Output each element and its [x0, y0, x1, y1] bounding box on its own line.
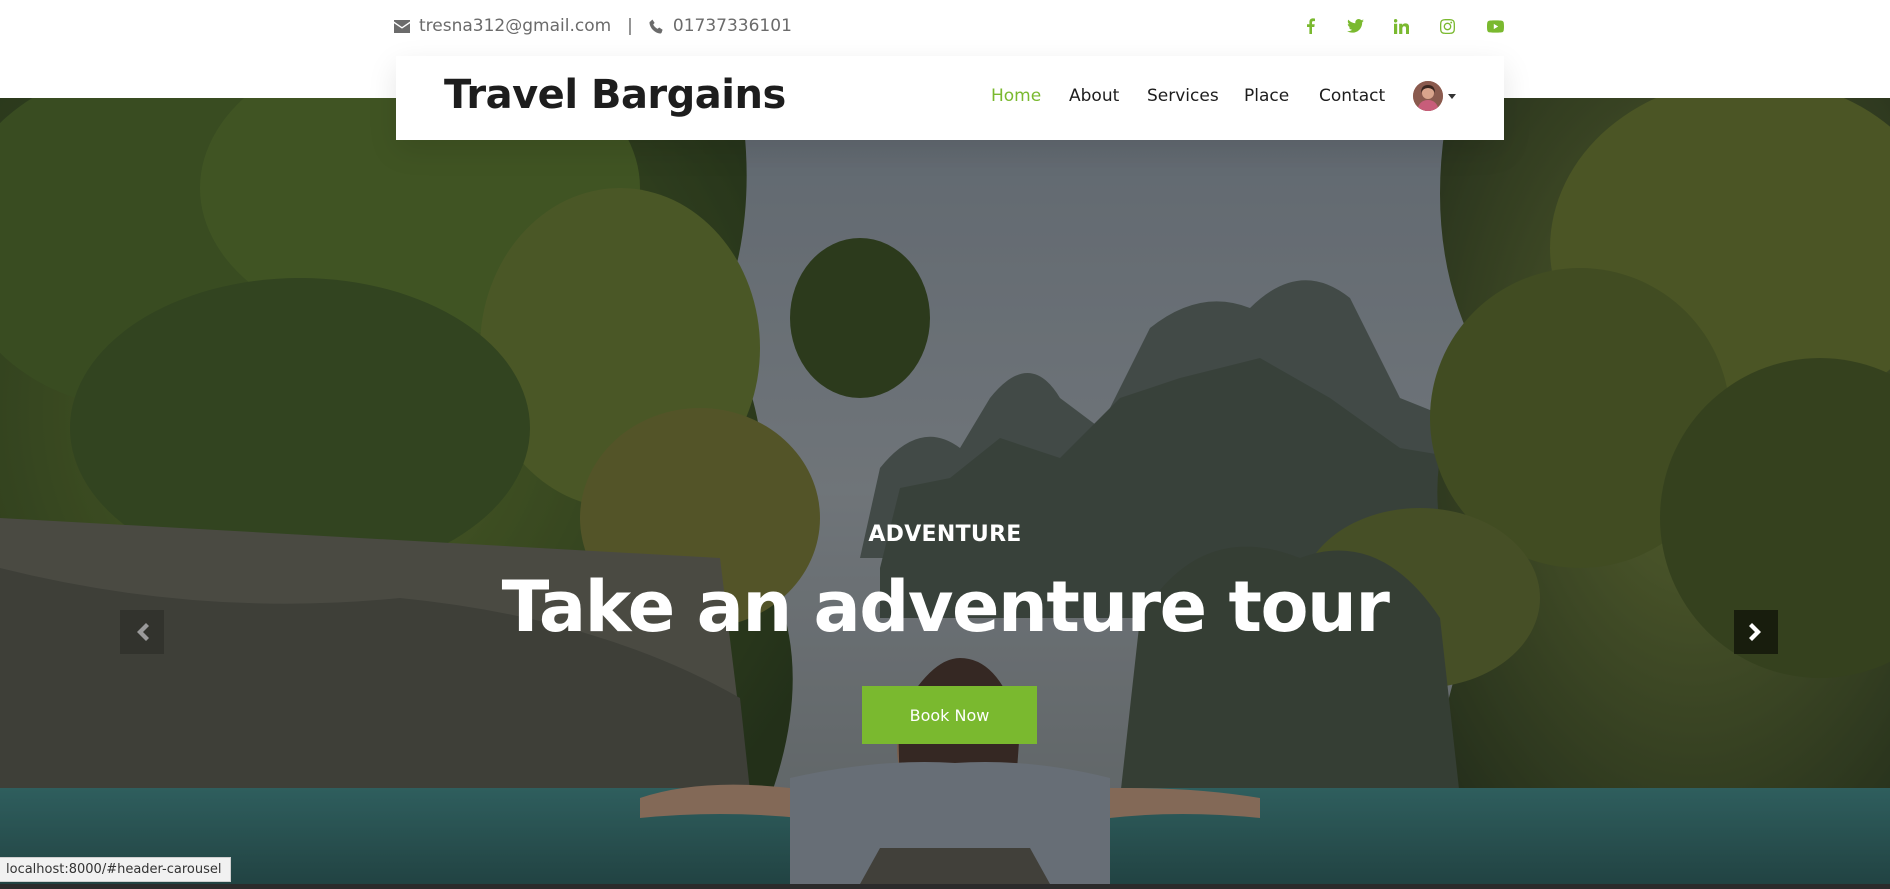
book-now-button[interactable]: Book Now	[862, 686, 1037, 744]
nav-item-about[interactable]: About	[1069, 86, 1119, 106]
chevron-down-icon[interactable]	[1448, 94, 1456, 99]
nav-item-home[interactable]: Home	[991, 86, 1041, 106]
instagram-link[interactable]	[1434, 13, 1460, 39]
phone-text: 01737336101	[672, 16, 792, 36]
page-bottom-edge	[0, 884, 1890, 889]
nav-item-place[interactable]: Place	[1244, 86, 1289, 106]
carousel-next-button[interactable]	[1734, 610, 1778, 654]
linkedin-link[interactable]	[1388, 13, 1414, 39]
phone-contact[interactable]: 01737336101	[649, 16, 792, 36]
instagram-icon	[1439, 18, 1455, 34]
twitter-link[interactable]	[1342, 13, 1368, 39]
youtube-icon	[1486, 19, 1504, 33]
nav-item-services[interactable]: Services	[1147, 86, 1219, 106]
linkedin-icon	[1393, 18, 1409, 34]
contact-separator: |	[627, 16, 633, 36]
envelope-icon	[394, 19, 410, 33]
hero-overlay	[0, 98, 1890, 884]
email-text: tresna312@gmail.com	[419, 16, 612, 36]
twitter-icon	[1346, 19, 1364, 33]
hero-headline: Take an adventure tour	[501, 566, 1390, 648]
header-carousel: ADVENTURE Take an adventure tour Book No…	[0, 98, 1890, 884]
brand-logo[interactable]: Travel Bargains	[444, 72, 786, 118]
facebook-link[interactable]	[1297, 13, 1323, 39]
nav-item-contact[interactable]: Contact	[1319, 86, 1385, 106]
carousel-prev-button[interactable]	[120, 610, 164, 654]
chevron-left-icon	[137, 623, 149, 641]
phone-icon	[649, 18, 663, 34]
chevron-right-icon	[1749, 623, 1761, 641]
email-contact[interactable]: tresna312@gmail.com	[394, 16, 611, 36]
hero-eyebrow: ADVENTURE	[868, 522, 1022, 547]
youtube-link[interactable]	[1482, 13, 1508, 39]
user-photo-icon	[1413, 81, 1443, 111]
browser-status-url: localhost:8000/#header-carousel	[0, 857, 231, 882]
navbar: Travel Bargains Home About Services Plac…	[396, 56, 1504, 140]
facebook-icon	[1306, 18, 1315, 34]
contact-info: tresna312@gmail.com | 01737336101	[394, 13, 792, 39]
avatar[interactable]	[1413, 81, 1443, 111]
